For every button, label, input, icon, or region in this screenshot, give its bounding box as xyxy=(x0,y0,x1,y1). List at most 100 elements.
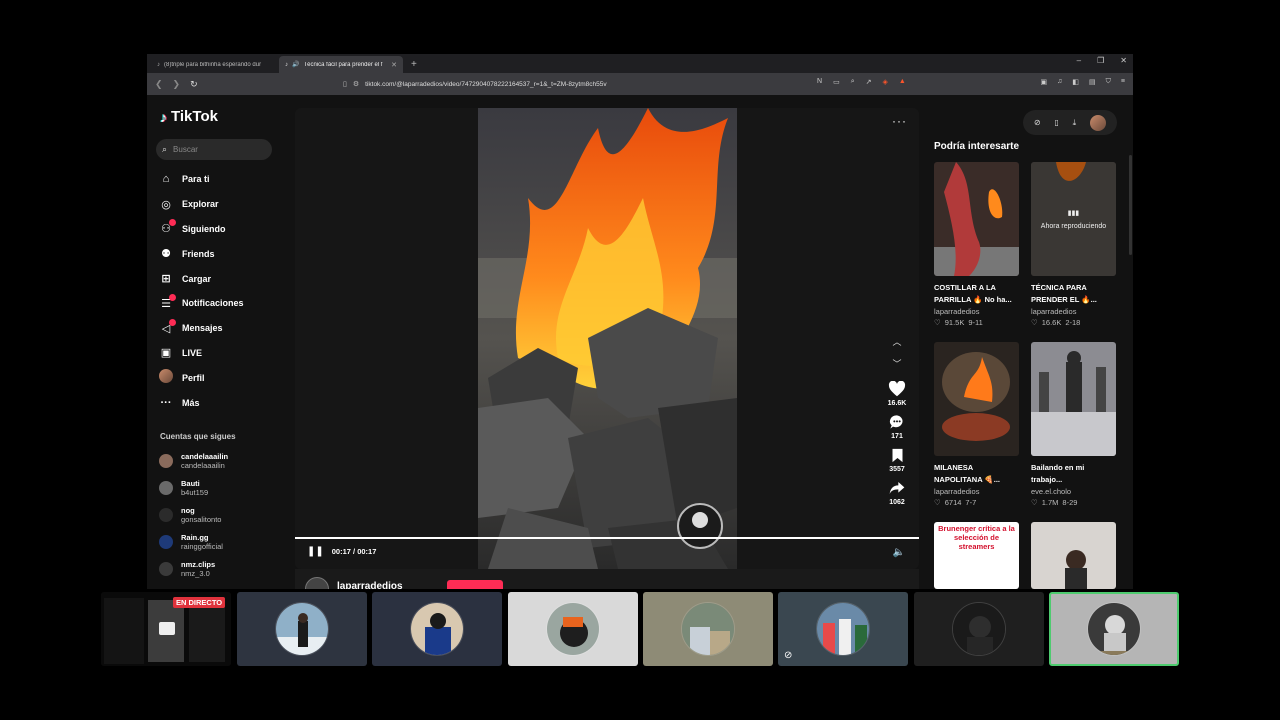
video-progress-bar[interactable] xyxy=(295,537,919,539)
following-account[interactable]: Rain.gg rainggofficial xyxy=(159,528,289,555)
sidebar-item-mensajes[interactable]: ◁ Mensajes xyxy=(159,316,289,341)
sidebar-item-perfil[interactable]: Perfil xyxy=(159,365,289,390)
brave-rewards-icon[interactable]: ▲ xyxy=(899,78,906,86)
recommended-thumbnail[interactable] xyxy=(1031,522,1116,589)
sidebar-item-friends[interactable]: ⚉ Friends xyxy=(159,241,289,266)
bookmark-icon[interactable]: ▯ xyxy=(343,80,347,88)
bookmark-save-icon[interactable] xyxy=(888,446,906,464)
recommended-thumbnail[interactable] xyxy=(934,162,1019,276)
sidebar-item-siguiendo[interactable]: ⚇ Siguiendo xyxy=(159,217,289,242)
sidebar-item-live[interactable]: ▣ LIVE xyxy=(159,341,289,366)
participant-tile[interactable] xyxy=(372,592,502,666)
tab-bar: ♪ (8)triple para bithinha esperando dur … xyxy=(147,54,1133,73)
recommended-author: eve.el.cholo xyxy=(1031,487,1072,496)
share-action[interactable]: 1062 xyxy=(888,479,906,506)
scrollbar[interactable] xyxy=(1129,155,1132,255)
browser-tab-2[interactable]: ♪ 🔊 Técnica fácil para prender el f ✕ xyxy=(279,56,403,73)
back-icon[interactable]: ❮ xyxy=(155,79,163,90)
recommended-thumbnail[interactable] xyxy=(1031,342,1116,456)
tab-close-icon[interactable]: ✕ xyxy=(391,61,397,69)
search-input[interactable] xyxy=(173,145,258,154)
like-count: 16.6K xyxy=(887,400,907,407)
author-avatar[interactable] xyxy=(305,577,329,589)
recommended-card[interactable] xyxy=(1031,522,1116,589)
pause-icon[interactable]: ❚❚ xyxy=(307,546,324,557)
participant-tile-active[interactable] xyxy=(1049,592,1179,666)
like-action[interactable]: 16.6K xyxy=(887,380,907,407)
recommended-thumbnail[interactable]: ▮▮▮ Ahora reproduciendo xyxy=(1031,162,1116,276)
minimize-icon[interactable]: – xyxy=(1077,56,1081,65)
browser-tab-1[interactable]: ♪ (8)triple para bithinha esperando dur xyxy=(151,56,275,73)
more-options-icon[interactable]: ··· xyxy=(892,114,907,128)
coins-icon[interactable]: ⊘ xyxy=(1034,118,1041,127)
comment-icon[interactable] xyxy=(888,413,906,431)
following-account[interactable]: Bauti b4ut159 xyxy=(159,474,289,501)
author-name[interactable]: laparradedios xyxy=(337,581,403,589)
follow-button[interactable] xyxy=(447,580,503,589)
user-avatar[interactable] xyxy=(1090,114,1107,131)
volume-icon[interactable]: 🔈 xyxy=(893,547,905,558)
reload-icon[interactable]: ↻ xyxy=(190,79,198,90)
recommended-card[interactable]: COSTILLAR A LA PARRILLA 🔥 No ha... lapar… xyxy=(934,162,1019,327)
device-icon[interactable]: ▯ xyxy=(1054,118,1058,127)
recommended-card[interactable]: MILANESA NAPOLITANA 🍕... laparradedios ♡… xyxy=(934,342,1019,507)
participant-avatar xyxy=(1087,602,1141,656)
close-window-icon[interactable]: ✕ xyxy=(1120,56,1127,65)
sidebar-item-m-s[interactable]: ··· Más xyxy=(159,390,289,415)
forward-icon[interactable]: ❯ xyxy=(173,79,181,90)
now-playing-overlay: ▮▮▮ Ahora reproduciendo xyxy=(1031,162,1116,276)
tiktok-logo[interactable]: ♪ TikTok xyxy=(160,108,218,125)
screen-share-icon xyxy=(159,622,175,635)
heart-icon[interactable] xyxy=(888,380,906,398)
sidebar-item-explorar[interactable]: ◎ Explorar xyxy=(159,192,289,217)
wallet-icon[interactable]: ▤ xyxy=(1089,78,1096,86)
url-text[interactable]: tiktok.com/@laparradedios/video/74729040… xyxy=(365,81,606,88)
media-icon[interactable]: ♫ xyxy=(1057,78,1062,86)
participant-tile[interactable] xyxy=(643,592,773,666)
recommended-card[interactable]: Bailando en mi trabajo... eve.el.cholo ♡… xyxy=(1031,342,1116,507)
participant-tile[interactable] xyxy=(914,592,1044,666)
vpn-icon[interactable]: ⛉ xyxy=(1106,78,1111,86)
sidebar-item-cargar[interactable]: ⊞ Cargar xyxy=(159,266,289,291)
pip-icon[interactable]: ▭ xyxy=(833,78,840,86)
address-actions: N ▭ ⌕ ↗ ◈ ▲ xyxy=(817,78,906,86)
following-account[interactable]: candelaaailin candelaaailin xyxy=(159,447,289,474)
video-player[interactable]: ··· ︿ ﹀ 16.6K 171 3557 1062 ❚❚ 00:17 / 0… xyxy=(295,108,919,569)
save-action[interactable]: 3557 xyxy=(888,446,906,473)
video-frame[interactable] xyxy=(478,108,737,569)
brave-shield-icon[interactable]: ◈ xyxy=(882,78,887,86)
recommended-thumbnail[interactable]: Brunenger crítica a la selección de stre… xyxy=(934,522,1019,589)
sidebar-item-para-ti[interactable]: ⌂ Para ti xyxy=(159,167,289,192)
search-box[interactable]: ⌕ xyxy=(156,139,272,160)
new-tab-button[interactable]: + xyxy=(411,56,417,73)
participant-tile[interactable] xyxy=(508,592,638,666)
audio-playing-icon[interactable]: 🔊 xyxy=(292,61,299,68)
share-page-icon[interactable]: ↗ xyxy=(866,78,872,86)
menu-icon[interactable]: ≡ xyxy=(1121,78,1125,86)
participant-tile[interactable] xyxy=(237,592,367,666)
participant-avatar xyxy=(546,602,600,656)
recommended-card[interactable]: ▮▮▮ Ahora reproduciendo TÉCNICA PARA PRE… xyxy=(1031,162,1116,327)
recommended-thumbnail[interactable] xyxy=(934,342,1019,456)
following-account[interactable]: nmz.clips nmz_3.0 xyxy=(159,555,289,582)
screen-share-tile[interactable]: EN DIRECTO xyxy=(101,592,231,666)
comment-action[interactable]: 171 xyxy=(888,413,906,440)
zoom-icon[interactable]: ⌕ xyxy=(851,78,855,86)
panel-icon[interactable]: ◧ xyxy=(1072,78,1079,86)
sidebar-item-notificaciones[interactable]: ☰ Notificaciones xyxy=(159,291,289,316)
sidebar-toggle-icon[interactable]: ▣ xyxy=(1041,78,1048,86)
heart-outline-icon: ♡ xyxy=(1031,498,1038,507)
browser-window: ♪ (8)triple para bithinha esperando dur … xyxy=(147,54,1133,589)
share-arrow-icon[interactable] xyxy=(888,479,906,497)
following-account[interactable]: nog gonsalitonto xyxy=(159,501,289,528)
chevron-up-icon[interactable]: ︿ xyxy=(892,330,901,352)
reader-icon[interactable]: N xyxy=(817,78,822,86)
download-icon[interactable]: ⤓ xyxy=(1073,118,1077,128)
account-name: candelaaailin xyxy=(181,451,229,461)
restore-icon[interactable]: ❐ xyxy=(1097,56,1104,65)
recommended-card[interactable]: Brunenger crítica a la selección de stre… xyxy=(934,522,1019,589)
chevron-down-icon[interactable]: ﹀ xyxy=(892,352,901,374)
site-info-icon[interactable]: ⚙ xyxy=(353,80,359,88)
window-controls: – ❐ ✕ xyxy=(1077,56,1127,65)
participant-tile[interactable]: ⊘ xyxy=(778,592,908,666)
